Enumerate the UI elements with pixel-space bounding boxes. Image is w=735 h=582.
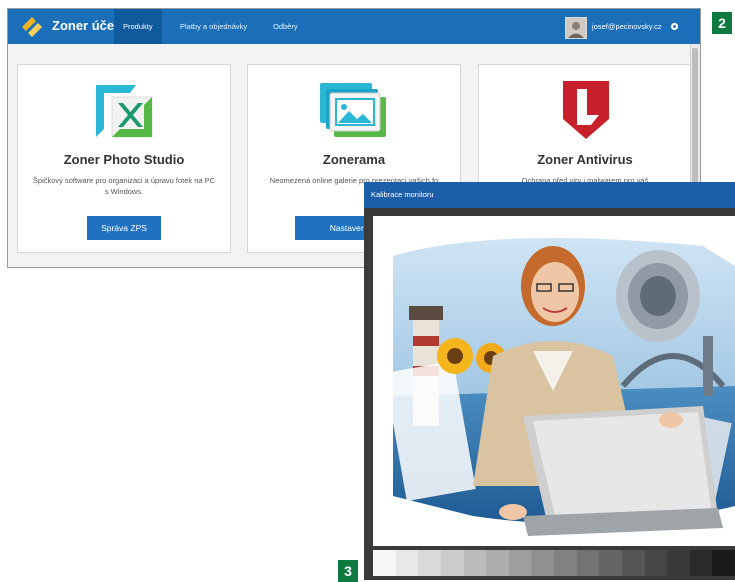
calibration-test-image (373, 216, 735, 546)
nav-tab-subscriptions[interactable]: Odběry (264, 9, 307, 44)
zonerama-icon (320, 83, 386, 137)
gray-swatch-5 (463, 550, 487, 576)
gray-swatch-2 (395, 550, 419, 576)
zoner-photo-studio-icon (96, 85, 153, 138)
product-title: Zoner Photo Studio (63, 152, 185, 167)
woman-with-laptop-illustration (384, 238, 735, 536)
settings-gear-icon[interactable] (670, 22, 679, 31)
gray-swatch-8 (531, 550, 554, 576)
gray-swatch-13 (644, 550, 668, 576)
gray-swatch-16 (712, 550, 735, 576)
gray-swatch-1 (373, 550, 396, 576)
product-card-zoner-photo-studio: Zoner Photo Studio Špičkový software pro… (17, 64, 231, 253)
gray-swatch-4 (440, 550, 464, 576)
gray-swatch-11 (599, 550, 622, 576)
gray-swatch-6 (486, 550, 509, 576)
manage-zps-button[interactable]: Správa ZPS (87, 216, 161, 240)
gray-swatch-3 (418, 550, 441, 576)
user-avatar[interactable] (565, 17, 587, 39)
gray-swatch-15 (689, 550, 713, 576)
zoner-antivirus-icon (563, 81, 609, 139)
top-navigation-bar: Zoner účet Produkty Platby a objednávky … (8, 9, 700, 44)
window-title: Kalibrace monitoru (371, 190, 434, 199)
product-title: Zoner Antivirus (537, 152, 633, 167)
product-description: Špičkový software pro organizaci a úprav… (32, 176, 216, 196)
gray-swatch-7 (508, 550, 532, 576)
gray-swatch-9 (554, 550, 577, 576)
sunflower-left (437, 338, 473, 374)
grayscale-calibration-ramp (373, 550, 735, 576)
monitor-calibration-window: Kalibrace monitoru (364, 182, 735, 580)
figure-badge-2: 2 (712, 12, 732, 34)
nav-tab-products[interactable]: Produkty (114, 9, 162, 44)
figure-badge-3: 3 (338, 560, 358, 582)
gray-swatch-10 (576, 550, 600, 576)
gray-swatch-14 (667, 550, 690, 576)
user-email[interactable]: josef@pecinovsky.cz (592, 9, 662, 44)
zoner-logo-icon[interactable] (20, 16, 44, 37)
nav-tab-payments-orders[interactable]: Platby a objednávky (171, 9, 256, 44)
brand-title[interactable]: Zoner účet (52, 18, 118, 33)
product-title: Zonerama (322, 152, 386, 167)
gray-swatch-12 (621, 550, 645, 576)
window-titlebar: Kalibrace monitoru (364, 182, 735, 208)
